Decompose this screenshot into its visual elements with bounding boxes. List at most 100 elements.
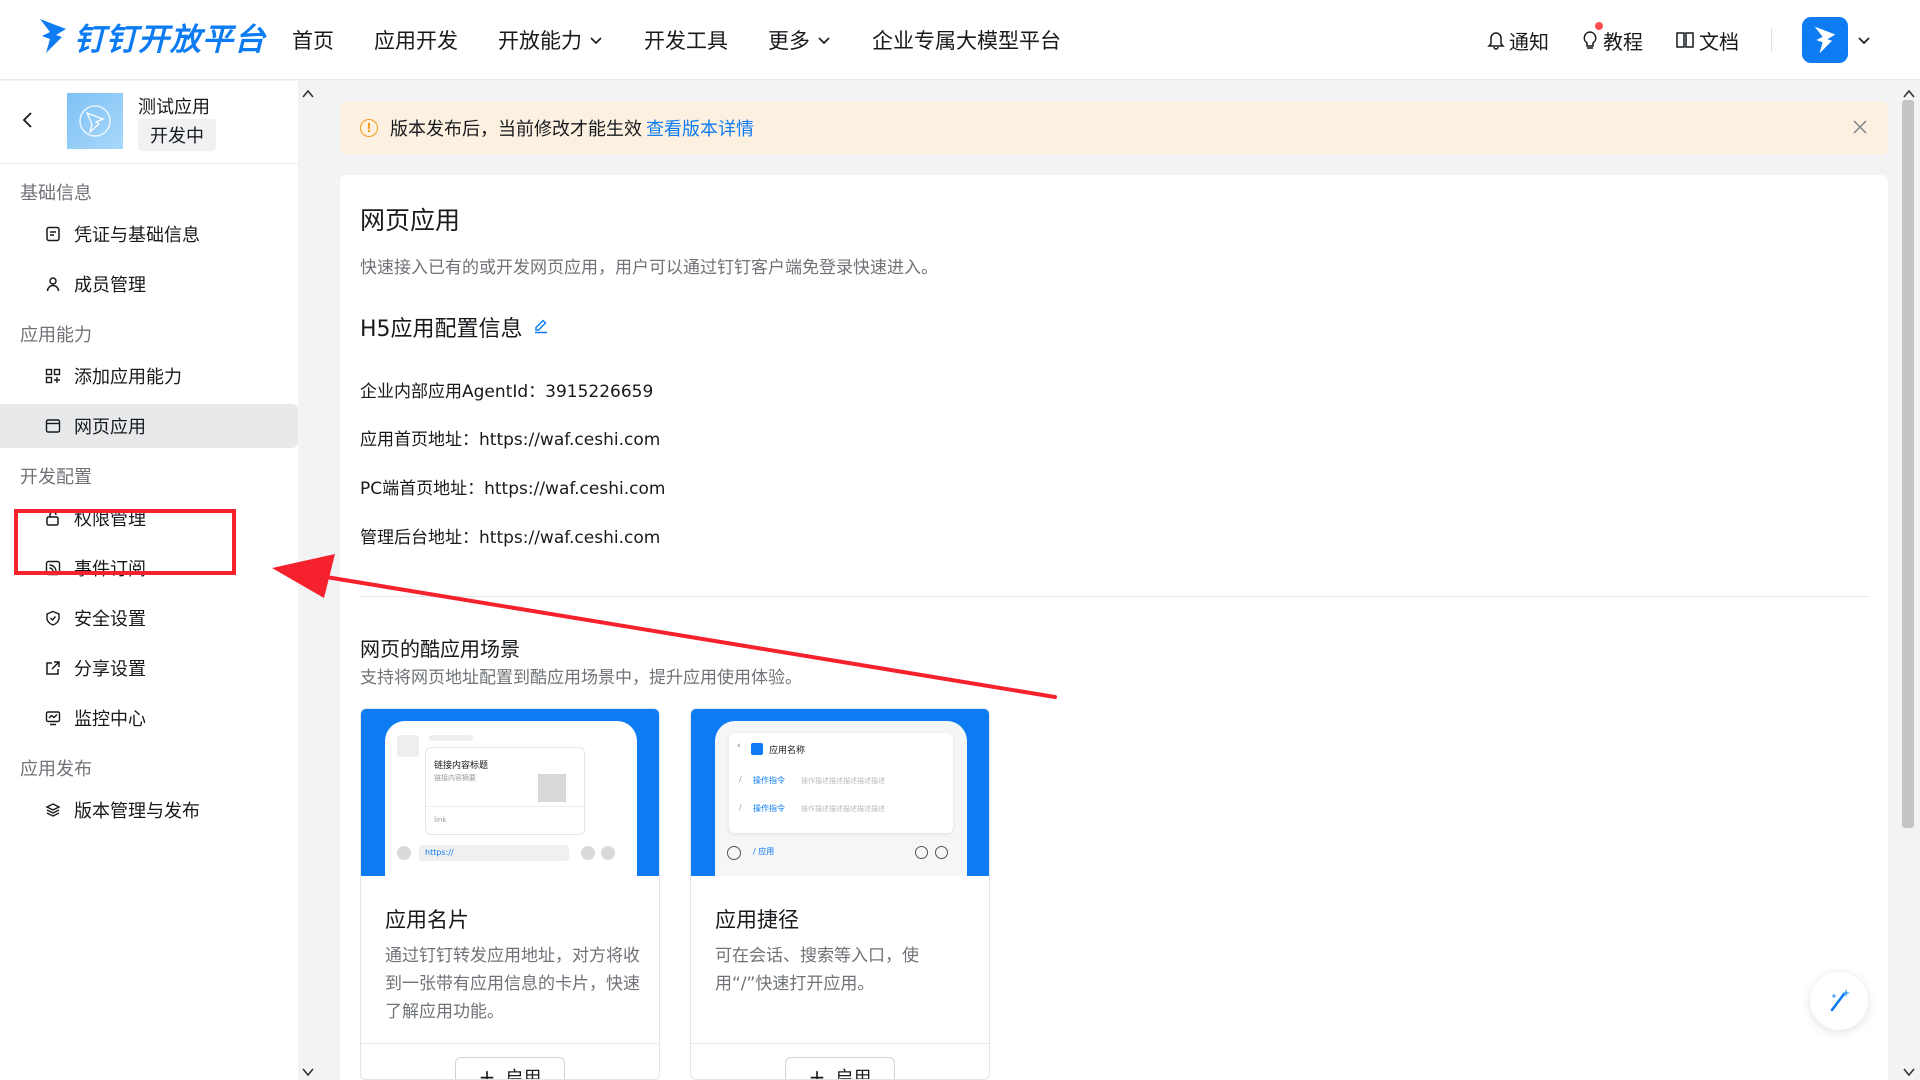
sidebar-item-security[interactable]: 安全设置	[0, 596, 298, 640]
notice-button[interactable]: 通知	[1487, 26, 1549, 55]
mock-cmd-desc: 操作描述描述描述描述描述	[801, 777, 885, 785]
brand-logo[interactable]: 钉钉开放平台	[38, 16, 266, 58]
shield-icon	[44, 609, 62, 627]
sidebar-group-title: 开发配置	[20, 467, 92, 488]
scrollbar-thumb[interactable]	[1902, 100, 1914, 828]
bulb-icon	[1583, 31, 1597, 49]
enable-label: 启用	[505, 1068, 542, 1080]
scroll-up-arrow-icon[interactable]	[1903, 84, 1915, 103]
scene-card-name: 应用捷径	[715, 908, 799, 932]
top-navbar: 钉钉开放平台 首页 应用开发 开放能力 开发工具 更多 企业专属大模型平台 通知…	[0, 0, 1920, 80]
sidebar-item-label: 成员管理	[74, 275, 146, 296]
scene-preview: 链接内容标题 链接内容摘要 link https://	[361, 709, 659, 876]
mock-cmd-desc: 操作描述描述描述描述描述	[801, 805, 885, 813]
mock-card-link: link	[434, 816, 447, 824]
nav-label: 首页	[292, 29, 334, 53]
sidebar-item-label: 安全设置	[74, 609, 146, 630]
app-logo-icon	[79, 105, 111, 137]
scene-title: 网页的酷应用场景	[360, 637, 520, 661]
scene-card-app-card[interactable]: 链接内容标题 链接内容摘要 link https:// 应用名片 通过钉钉转发应…	[360, 708, 660, 1080]
nav-home[interactable]: 首页	[292, 25, 334, 55]
sidebar-item-members[interactable]: 成员管理	[0, 262, 298, 306]
brand-name: 钉钉开放平台	[74, 21, 266, 58]
user-menu[interactable]	[1802, 17, 1872, 63]
page-title: 网页应用	[360, 206, 461, 235]
mock-input: / 应用	[753, 847, 775, 856]
monitor-icon	[44, 709, 62, 727]
nav-more[interactable]: 更多	[768, 25, 832, 55]
mock-app-name: 应用名称	[769, 746, 806, 756]
enable-app-card-button[interactable]: + 启用	[455, 1057, 565, 1080]
phone-mockup: 链接内容标题 链接内容摘要 link https://	[385, 721, 637, 876]
sidebar-scrollbar[interactable]	[298, 81, 318, 1080]
nav-app-dev[interactable]: 应用开发	[374, 25, 458, 55]
sidebar-item-label: 版本管理与发布	[74, 801, 200, 822]
sidebar: 测试应用 开发中 基础信息 凭证与基础信息 成员管理 应用能力 添加应用能力 网…	[0, 81, 298, 1080]
nav-label: 开放能力	[498, 29, 582, 53]
nav-open-capabilities[interactable]: 开放能力	[498, 25, 604, 55]
scene-card-name: 应用名片	[385, 908, 469, 932]
scroll-down-arrow-icon[interactable]	[302, 1062, 314, 1080]
grid-plus-icon	[44, 367, 62, 385]
app-name: 测试应用	[138, 97, 210, 118]
version-details-link[interactable]: 查看版本详情	[646, 115, 754, 141]
notification-dot	[1595, 21, 1603, 30]
chevron-down-icon	[1858, 37, 1870, 45]
ai-assistant-button[interactable]	[1810, 972, 1868, 1030]
bell-icon	[1487, 32, 1505, 50]
notice-label: 通知	[1509, 29, 1549, 54]
nav-dev-tools[interactable]: 开发工具	[644, 25, 728, 55]
section-title: H5应用配置信息	[360, 311, 549, 343]
sidebar-item-share[interactable]: 分享设置	[0, 646, 298, 690]
divider	[691, 1043, 989, 1044]
docs-label: 文档	[1699, 29, 1739, 54]
sidebar-item-add-capability[interactable]: 添加应用能力	[0, 354, 298, 398]
divider	[361, 1043, 659, 1044]
back-arrow-icon[interactable]	[20, 111, 36, 133]
mock-card-title: 链接内容标题	[434, 761, 489, 771]
sidebar-item-credentials[interactable]: 凭证与基础信息	[0, 212, 298, 256]
enable-shortcut-button[interactable]: + 启用	[785, 1057, 895, 1080]
mock-cmd: 操作指令	[753, 804, 785, 813]
scene-card-shortcut[interactable]: ‹ 应用名称 / 操作指令 操作描述描述描述描述描述 / 操作指令 操作描述描述…	[690, 708, 990, 1080]
scroll-down-arrow-icon[interactable]	[1903, 1062, 1915, 1080]
avatar	[1802, 17, 1848, 63]
sidebar-group-title: 应用能力	[20, 325, 92, 346]
phone-mockup: ‹ 应用名称 / 操作指令 操作描述描述描述描述描述 / 操作指令 操作描述描述…	[715, 721, 967, 876]
nav-divider	[1771, 28, 1772, 52]
nav-label: 应用开发	[374, 29, 458, 53]
nav-label: 企业专属大模型平台	[872, 29, 1061, 53]
chevron-down-icon	[590, 37, 602, 45]
docs-button[interactable]: 文档	[1675, 26, 1739, 55]
plus-icon: +	[808, 1065, 826, 1080]
main-content-card: 网页应用 快速接入已有的或开发网页应用，用户可以通过钉钉客户端免登录快速进入。 …	[340, 175, 1888, 1080]
nav-enterprise-llm[interactable]: 企业专属大模型平台	[872, 25, 1061, 55]
main-nav: 首页 应用开发 开放能力 开发工具 更多 企业专属大模型平台	[292, 0, 1101, 80]
pc-url-row: PC端首页地址：https://waf.ceshi.com	[360, 479, 666, 499]
sidebar-group-title: 应用发布	[20, 759, 92, 780]
share-icon	[44, 659, 62, 677]
enable-label: 启用	[835, 1068, 872, 1080]
scene-description: 支持将网页地址配置到酷应用场景中，提升应用使用体验。	[360, 668, 802, 688]
tutorial-button[interactable]: 教程	[1581, 21, 1643, 55]
highlight-box	[14, 509, 236, 575]
sidebar-item-versions[interactable]: 版本管理与发布	[0, 788, 298, 832]
notice-text: 版本发布后，当前修改才能生效	[390, 119, 642, 140]
app-thumbnail	[67, 93, 123, 149]
close-icon[interactable]	[1850, 117, 1870, 142]
warning-icon: !	[360, 119, 378, 137]
dingtalk-avatar-icon	[1814, 26, 1836, 54]
magic-wand-icon	[1830, 989, 1850, 1012]
sidebar-item-monitor[interactable]: 监控中心	[0, 696, 298, 740]
edit-icon[interactable]	[533, 315, 549, 340]
chevron-left-icon: ‹	[737, 741, 741, 751]
scroll-up-arrow-icon[interactable]	[302, 84, 314, 103]
app-status-badge: 开发中	[138, 119, 216, 151]
section-title-text: H5应用配置信息	[360, 317, 523, 342]
dingtalk-logo-icon	[40, 19, 66, 53]
sidebar-item-label: 监控中心	[74, 709, 146, 730]
sidebar-item-web-app[interactable]: 网页应用	[0, 404, 298, 448]
sidebar-item-label: 分享设置	[74, 659, 146, 680]
page-description: 快速接入已有的或开发网页应用，用户可以通过钉钉客户端免登录快速进入。	[360, 258, 938, 278]
sidebar-group-title: 基础信息	[20, 183, 92, 204]
